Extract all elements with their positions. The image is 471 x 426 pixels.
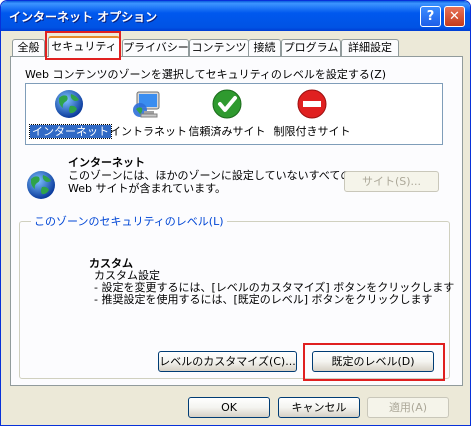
help-button[interactable]: ? bbox=[420, 6, 441, 27]
close-button[interactable]: ✕ bbox=[444, 6, 465, 27]
title-bar: インターネット オプション ? ✕ bbox=[1, 1, 470, 31]
zone-prompt: Web コンテンツのゾーンを選択してセキュリティのレベルを設定する(Z) bbox=[25, 68, 387, 81]
security-level-description: カスタム設定 - 設定を変更するには、[レベルのカスタマイズ] ボタンをクリック… bbox=[94, 269, 455, 306]
tab-privacy[interactable]: プライバシー bbox=[122, 39, 189, 56]
zone-intranet[interactable]: イントラネット bbox=[110, 84, 187, 144]
security-level-legend: このゾーンのセキュリティのレベル(L) bbox=[31, 213, 227, 229]
tab-advanced[interactable]: 詳細設定 bbox=[341, 39, 399, 56]
zone-label: 制限付きサイト bbox=[273, 125, 351, 138]
zone-title: インターネット bbox=[68, 156, 145, 169]
zone-label: 信頼済みサイト bbox=[188, 125, 266, 138]
globe-icon bbox=[55, 90, 83, 118]
help-icon: ? bbox=[426, 9, 435, 24]
customize-level-button[interactable]: レベルのカスタマイズ(C)... bbox=[158, 351, 297, 372]
ok-button[interactable]: OK bbox=[188, 397, 270, 418]
zone-label: イントラネット bbox=[110, 125, 187, 138]
zone-trusted-sites[interactable]: 信頼済みサイト bbox=[184, 84, 270, 144]
window-title: インターネット オプション bbox=[9, 10, 158, 24]
tab-connections[interactable]: 接続 bbox=[248, 39, 281, 56]
apply-button[interactable]: 適用(A) bbox=[367, 397, 449, 418]
computer-icon bbox=[133, 91, 160, 118]
zone-description: このゾーンには、ほかのゾーンに設定していないすべての Web サイトが含まれてい… bbox=[68, 169, 352, 195]
zone-list[interactable]: インターネット イントラネット 信頼済みサイト 制限付きサイト bbox=[25, 83, 443, 145]
zone-restricted-sites[interactable]: 制限付きサイト bbox=[270, 84, 354, 144]
close-icon: ✕ bbox=[449, 9, 460, 24]
restricted-icon bbox=[297, 89, 327, 119]
zone-label: インターネット bbox=[29, 124, 112, 139]
sites-button[interactable]: サイト(S)... bbox=[344, 171, 439, 192]
default-level-highlight bbox=[303, 343, 445, 381]
globe-icon bbox=[27, 171, 55, 199]
zone-internet[interactable]: インターネット bbox=[29, 84, 112, 144]
cancel-button[interactable]: キャンセル bbox=[278, 397, 360, 418]
security-tab-highlight bbox=[45, 31, 121, 60]
internet-options-dialog: インターネット オプション ? ✕ 全般 セキュリティ プライバシー コンテンツ… bbox=[0, 0, 471, 426]
tab-content[interactable]: コンテンツ bbox=[189, 39, 249, 56]
tab-programs[interactable]: プログラム bbox=[281, 39, 341, 56]
tab-general[interactable]: 全般 bbox=[12, 39, 45, 56]
checkmark-icon bbox=[212, 89, 242, 119]
